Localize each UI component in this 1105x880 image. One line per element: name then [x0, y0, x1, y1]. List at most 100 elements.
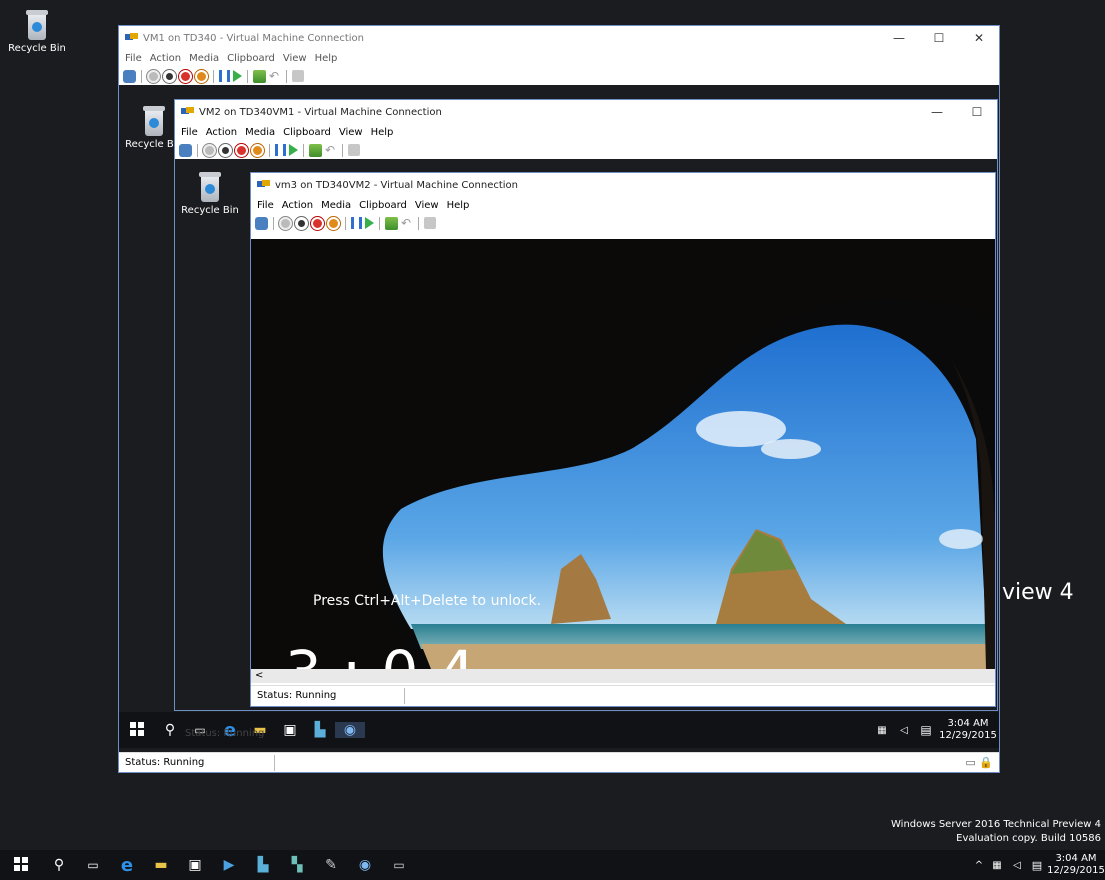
vm1-menubar: File Action Media Clipboard View Help: [119, 50, 999, 67]
menu-file[interactable]: File: [125, 53, 142, 64]
revert-icon[interactable]: ↶: [269, 70, 281, 82]
network-icon[interactable]: ▦: [987, 860, 1007, 871]
lock-message: Press Ctrl+Alt+Delete to unlock.: [313, 593, 542, 609]
enhanced-session-icon[interactable]: [424, 217, 436, 229]
shutdown-icon[interactable]: [311, 216, 324, 230]
host-clock[interactable]: 3:04 AM 12/29/2015: [1047, 853, 1105, 877]
store-icon[interactable]: ▣: [275, 722, 305, 738]
menu-clipboard[interactable]: Clipboard: [283, 127, 331, 138]
speaker-icon[interactable]: ◁: [1007, 860, 1027, 871]
enhanced-session-icon[interactable]: [348, 144, 360, 156]
vm3-menubar: File Action Media Clipboard View Help: [251, 197, 995, 214]
menu-view[interactable]: View: [339, 127, 363, 138]
store-icon[interactable]: ▣: [178, 857, 212, 873]
close-button[interactable]: ✕: [959, 31, 999, 45]
turn-off-icon[interactable]: [163, 69, 176, 83]
shutdown-icon[interactable]: [179, 69, 192, 83]
notification-icon[interactable]: ▤: [915, 723, 937, 737]
menu-view[interactable]: View: [283, 53, 307, 64]
vm1-clock[interactable]: 3:04 AM 12/29/2015: [937, 718, 999, 742]
task-view-icon[interactable]: ▭: [76, 858, 110, 872]
notification-icon[interactable]: ▤: [1027, 859, 1047, 872]
menu-help[interactable]: Help: [371, 127, 394, 138]
menu-help[interactable]: Help: [315, 53, 338, 64]
resume-icon[interactable]: [289, 144, 298, 156]
pause-icon[interactable]: [275, 144, 286, 156]
scroll-left-button[interactable]: <: [255, 670, 263, 681]
vm3-titlebar[interactable]: vm3 on TD340VM2 - Virtual Machine Connec…: [251, 173, 995, 197]
minimize-button[interactable]: —: [879, 31, 919, 45]
windows-start-icon[interactable]: [119, 721, 155, 739]
vm2-titlebar[interactable]: VM2 on TD340VM1 - Virtual Machine Connec…: [175, 100, 997, 124]
show-hidden-icons-icon[interactable]: ^: [971, 860, 987, 871]
menu-action[interactable]: Action: [206, 127, 237, 138]
checkpoint-icon[interactable]: [253, 69, 266, 83]
maximize-button[interactable]: ☐: [919, 31, 959, 45]
revert-icon[interactable]: ↶: [401, 217, 413, 229]
menu-file[interactable]: File: [181, 127, 198, 138]
cmd-icon[interactable]: ▭: [382, 858, 416, 872]
menu-media[interactable]: Media: [321, 200, 351, 211]
hyperv-icon[interactable]: ▚: [280, 857, 314, 873]
vm3-lock-screen[interactable]: Press Ctrl+Alt+Delete to unlock. 3:04: [251, 239, 995, 669]
search-icon[interactable]: ⚲: [155, 722, 185, 738]
menu-view[interactable]: View: [415, 200, 439, 211]
start-icon[interactable]: [203, 143, 216, 157]
search-icon[interactable]: ⚲: [42, 857, 76, 873]
edge-icon[interactable]: e: [110, 855, 144, 876]
recycle-bin-label: Recycle Bin: [8, 43, 66, 54]
ctrl-alt-del-icon[interactable]: [255, 216, 268, 230]
vmconnect-icon[interactable]: ◉: [348, 857, 382, 873]
menu-action[interactable]: Action: [282, 200, 313, 211]
checkpoint-icon[interactable]: [309, 143, 322, 157]
lock-status-icon: ▭ 🔒: [965, 756, 993, 769]
powershell-icon[interactable]: ▶: [212, 857, 246, 873]
save-icon[interactable]: [251, 143, 264, 157]
pause-icon[interactable]: [219, 70, 230, 82]
vm3-window[interactable]: vm3 on TD340VM2 - Virtual Machine Connec…: [250, 172, 996, 707]
host-watermark: Windows Server 2016 Technical Preview 4 …: [891, 819, 1101, 844]
vm2-watermark-fragment: view 4: [1002, 580, 1074, 605]
minimize-button[interactable]: —: [917, 105, 957, 119]
horizontal-scrollbar[interactable]: <: [251, 669, 995, 683]
checkpoint-icon[interactable]: [385, 216, 398, 230]
save-icon[interactable]: [327, 216, 340, 230]
recycle-bin-icon: [141, 106, 167, 136]
vmconnect-icon: [125, 33, 138, 43]
shutdown-icon[interactable]: [235, 143, 248, 157]
network-icon[interactable]: ▦: [871, 725, 893, 736]
ctrl-alt-del-icon[interactable]: [123, 69, 136, 83]
menu-clipboard[interactable]: Clipboard: [359, 200, 407, 211]
menu-file[interactable]: File: [257, 200, 274, 211]
vm3-status: Status: Running: [257, 690, 337, 701]
tools-icon[interactable]: ✎: [314, 857, 348, 873]
menu-media[interactable]: Media: [245, 127, 275, 138]
desktop-recycle-bin[interactable]: Recycle Bin: [2, 10, 72, 54]
save-icon[interactable]: [195, 69, 208, 83]
file-explorer-icon[interactable]: ▬: [144, 857, 178, 873]
menu-clipboard[interactable]: Clipboard: [227, 53, 275, 64]
start-icon[interactable]: [279, 216, 292, 230]
server-manager-icon[interactable]: ▙: [246, 857, 280, 873]
recycle-bin-label: Recycle Bin: [181, 205, 239, 216]
vmconnect-icon[interactable]: ◉: [335, 722, 365, 738]
menu-action[interactable]: Action: [150, 53, 181, 64]
menu-media[interactable]: Media: [189, 53, 219, 64]
speaker-icon[interactable]: ◁: [893, 725, 915, 736]
vm2-recycle-bin[interactable]: Recycle Bin: [175, 172, 245, 216]
pause-icon[interactable]: [351, 217, 362, 229]
ctrl-alt-del-icon[interactable]: [179, 143, 192, 157]
maximize-button[interactable]: ☐: [957, 105, 997, 119]
revert-icon[interactable]: ↶: [325, 144, 337, 156]
resume-icon[interactable]: [233, 70, 242, 82]
resume-icon[interactable]: [365, 217, 374, 229]
windows-start-icon[interactable]: [0, 856, 42, 874]
vm1-titlebar[interactable]: VM1 on TD340 - Virtual Machine Connectio…: [119, 26, 999, 50]
turn-off-icon[interactable]: [295, 216, 308, 230]
server-manager-icon[interactable]: ▙: [305, 722, 335, 738]
turn-off-icon[interactable]: [219, 143, 232, 157]
enhanced-session-icon[interactable]: [292, 70, 304, 82]
vm3-statusbar: Status: Running: [251, 685, 995, 705]
start-icon[interactable]: [147, 69, 160, 83]
menu-help[interactable]: Help: [447, 200, 470, 211]
